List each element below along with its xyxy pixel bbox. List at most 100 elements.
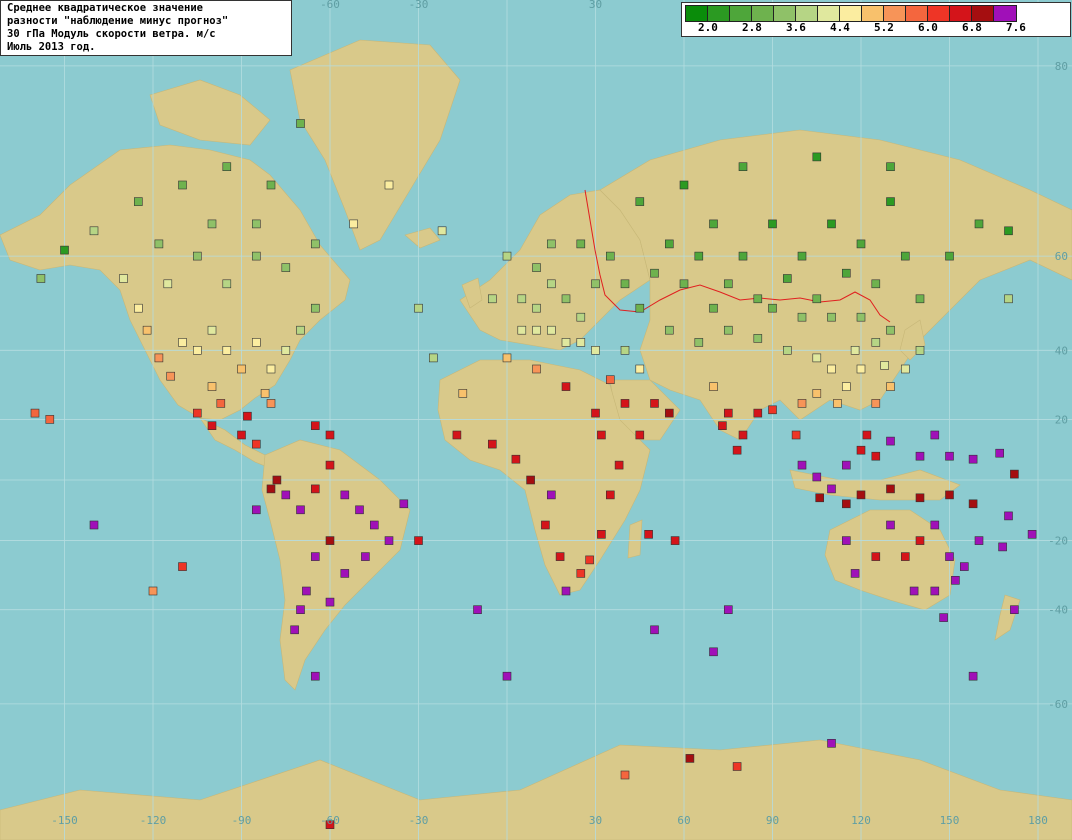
station-marker [738, 430, 748, 440]
station-marker [222, 162, 232, 171]
legend-swatch [796, 6, 818, 21]
station-marker [670, 536, 680, 545]
station-marker [732, 762, 742, 771]
station-marker [369, 520, 379, 530]
station-marker [974, 219, 984, 229]
station-marker [635, 430, 645, 440]
longitude-label-bottom: 180 [1028, 814, 1048, 827]
station-marker [216, 399, 226, 408]
station-marker [812, 294, 822, 304]
title-line-2: разности "наблюдение минус прогноз" [7, 15, 229, 27]
station-marker [281, 490, 291, 500]
legend-swatch [840, 6, 862, 21]
station-marker [694, 338, 704, 347]
station-marker [532, 325, 541, 335]
station-marker [797, 251, 807, 261]
station-marker [89, 520, 99, 530]
legend-label: 6.8 [962, 21, 982, 34]
station-marker [880, 361, 889, 370]
station-marker [266, 484, 276, 494]
station-marker [222, 345, 232, 355]
legend-swatch [906, 6, 928, 21]
station-marker [222, 279, 232, 289]
longitude-label-bottom: 120 [851, 814, 871, 827]
madagascar [627, 519, 643, 559]
station-marker [841, 499, 851, 509]
station-marker [782, 274, 792, 283]
station-marker [812, 152, 822, 162]
longitude-label-top: -60 [320, 0, 340, 11]
station-marker [635, 197, 645, 206]
station-marker [502, 353, 512, 363]
station-marker [738, 251, 748, 261]
station-marker [871, 279, 881, 289]
latitude-label: 60 [1055, 250, 1068, 263]
station-marker [841, 382, 851, 391]
station-marker [561, 294, 571, 304]
station-marker [614, 460, 624, 470]
station-marker [591, 279, 600, 289]
legend-swatches [685, 5, 1017, 22]
station-marker [546, 239, 556, 249]
station-marker [473, 605, 482, 615]
station-marker [679, 180, 689, 190]
station-marker [296, 325, 305, 335]
station-marker [909, 586, 919, 596]
station-marker [154, 239, 164, 249]
station-marker [939, 613, 948, 622]
station-marker [178, 562, 187, 571]
station-marker [827, 484, 836, 494]
station-marker [310, 421, 320, 431]
world-map: 80 60 40 20 -20 -40 -60 -150 -120 -90 -60 -30 30 60 9… [0, 0, 1072, 840]
title-line-3: 30 гПа Модуль скорости ветра. м/с [7, 28, 216, 40]
station-marker [768, 219, 777, 229]
station-marker [841, 268, 851, 278]
station-marker [900, 251, 910, 261]
legend-swatch [950, 6, 972, 21]
station-marker [841, 460, 851, 470]
station-marker [856, 445, 866, 455]
latitude-label: -60 [1048, 698, 1068, 711]
longitude-label-top: -30 [409, 0, 429, 11]
legend-swatch [708, 6, 730, 21]
station-marker [694, 251, 704, 261]
station-marker [532, 263, 541, 272]
station-marker [968, 454, 978, 464]
station-marker [930, 520, 940, 530]
station-marker [998, 542, 1007, 552]
legend-label: 4.4 [830, 21, 850, 34]
station-marker [709, 382, 718, 391]
station-marker [193, 408, 202, 418]
station-marker [178, 338, 187, 347]
station-marker [968, 671, 978, 681]
legend-swatch [774, 6, 796, 21]
station-marker [310, 552, 320, 561]
station-marker [650, 625, 659, 635]
station-marker [555, 552, 565, 561]
station-marker [541, 520, 550, 530]
station-marker [207, 219, 217, 229]
station-marker [266, 180, 276, 190]
legend-swatch [686, 6, 708, 21]
station-marker [620, 279, 630, 289]
legend-swatch [884, 6, 906, 21]
station-marker [591, 408, 600, 418]
station-marker [856, 490, 866, 500]
longitude-label-bottom: 150 [940, 814, 960, 827]
station-marker [310, 484, 320, 494]
legend-label: 7.6 [1006, 21, 1026, 34]
station-marker [635, 364, 645, 374]
station-marker [561, 382, 571, 391]
station-marker [310, 239, 320, 249]
station-marker [193, 345, 202, 355]
station-marker [207, 382, 217, 391]
station-marker [281, 263, 291, 272]
station-marker [753, 294, 763, 304]
station-marker [296, 505, 305, 515]
station-marker [526, 475, 535, 485]
station-marker [915, 536, 925, 545]
station-marker [871, 451, 881, 461]
station-marker [546, 325, 556, 335]
station-marker [871, 552, 881, 561]
station-marker [1004, 511, 1013, 521]
